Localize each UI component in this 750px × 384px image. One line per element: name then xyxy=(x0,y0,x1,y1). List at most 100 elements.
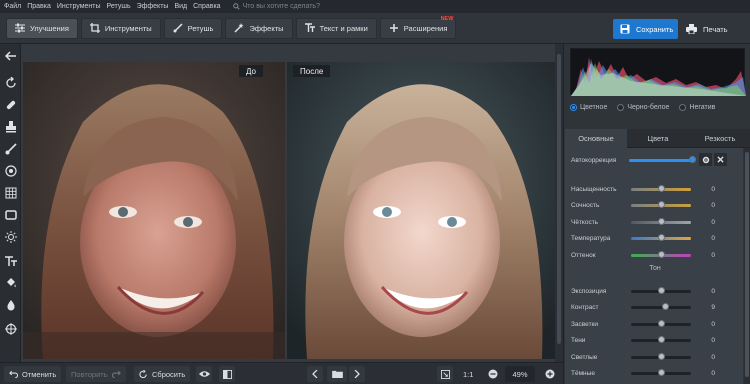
right-panel: Цветное Черно-белое Негатив Основные Цве… xyxy=(563,44,750,384)
crosshair-icon[interactable] xyxy=(4,322,17,335)
bucket-icon[interactable] xyxy=(4,276,17,289)
gear-icon[interactable] xyxy=(699,153,712,166)
fit-screen-icon[interactable] xyxy=(437,366,453,382)
slider-knob[interactable] xyxy=(657,184,665,192)
menu-item-view[interactable]: Вид xyxy=(174,3,187,10)
sun-icon[interactable] xyxy=(4,230,17,243)
search-box[interactable]: Что вы хотите сделать? xyxy=(232,3,320,10)
slider-row: Тёмные 0 xyxy=(571,368,741,380)
slider-track[interactable] xyxy=(631,184,691,192)
tab-enhancements[interactable]: Улучшения xyxy=(6,17,78,39)
print-button[interactable]: Печать xyxy=(681,19,743,39)
save-button[interactable]: Сохранить xyxy=(613,19,678,39)
slider-track[interactable] xyxy=(631,319,691,327)
slider-knob[interactable] xyxy=(657,286,665,294)
slider-knob[interactable] xyxy=(657,369,665,376)
canvas-scrollbar-thumb[interactable] xyxy=(557,54,561,344)
slider-row: Засветки 0 xyxy=(571,318,741,330)
bandage-icon[interactable] xyxy=(4,98,17,111)
menu-item-file[interactable]: Файл xyxy=(4,3,21,10)
radio-color[interactable] xyxy=(570,104,577,111)
tab-effects[interactable]: Эффекты xyxy=(225,17,293,39)
reset-button[interactable]: Сбросить xyxy=(134,366,191,382)
slider-knob[interactable] xyxy=(657,201,665,208)
redo-button[interactable]: Повторить xyxy=(66,366,126,382)
zoom-out-icon[interactable] xyxy=(485,366,501,382)
autocorrection-track[interactable] xyxy=(629,155,696,163)
stamp-icon[interactable] xyxy=(4,120,17,133)
undo-button[interactable]: Отменить xyxy=(4,366,62,382)
slider-knob[interactable] xyxy=(657,234,665,241)
mode-bw-label: Черно-белое xyxy=(627,104,670,111)
tab-sharpness[interactable]: Резкость xyxy=(689,129,750,148)
text-tool-icon[interactable] xyxy=(4,254,17,267)
menu-item-effects[interactable]: Эффекты xyxy=(137,3,169,10)
tab-effects-label: Эффекты xyxy=(249,23,284,33)
mode-color[interactable]: Цветное xyxy=(570,104,607,111)
tab-enhancements-label: Улучшения xyxy=(30,23,69,33)
slider-track[interactable] xyxy=(631,234,691,241)
brush-icon[interactable] xyxy=(4,142,17,155)
slider-track[interactable] xyxy=(631,217,691,225)
compare-icon[interactable] xyxy=(219,366,235,382)
zoom-value[interactable]: 49% xyxy=(505,366,535,382)
slider-knob[interactable] xyxy=(657,352,665,360)
slider-knob[interactable] xyxy=(657,250,665,258)
slider-track[interactable] xyxy=(631,352,691,360)
tab-retouch-label: Ретушь xyxy=(187,23,214,33)
zoom-1to1-button[interactable]: 1:1 xyxy=(458,366,478,382)
tab-retouch[interactable]: Ретушь xyxy=(163,17,223,39)
autocorrection-knob[interactable] xyxy=(689,155,696,163)
menu-item-tools[interactable]: Инструменты xyxy=(57,3,101,10)
after-photo: После xyxy=(287,62,555,359)
floppy-icon xyxy=(620,24,630,34)
slider-label: Сочность xyxy=(571,202,600,209)
eye-icon[interactable] xyxy=(196,366,212,382)
panel-scrollbar-thumb[interactable] xyxy=(745,152,749,377)
slider-row: Экспозиция 0 xyxy=(571,285,741,297)
tab-tools[interactable]: Инструменты xyxy=(80,17,161,39)
slider-track[interactable] xyxy=(631,336,691,343)
mode-negative[interactable]: Негатив xyxy=(679,104,715,111)
slider-value: 0 xyxy=(711,337,715,344)
menu-item-edit[interactable]: Правка xyxy=(27,3,51,10)
slider-value: 0 xyxy=(711,287,715,295)
folder-icon[interactable] xyxy=(327,366,347,382)
slider-track[interactable] xyxy=(631,250,691,258)
tab-basic[interactable]: Основные xyxy=(565,129,627,148)
slider-knob[interactable] xyxy=(662,303,670,310)
tab-colors[interactable]: Цвета xyxy=(627,129,689,148)
prev-arrow-icon[interactable] xyxy=(307,366,323,382)
close-icon[interactable] xyxy=(714,153,727,166)
slider-knob[interactable] xyxy=(657,319,665,327)
frame-icon[interactable] xyxy=(4,208,17,221)
tab-extensions-label: Расширения xyxy=(403,23,448,33)
grid-icon[interactable] xyxy=(4,186,17,199)
radio-bw[interactable] xyxy=(617,104,625,111)
next-arrow-icon[interactable] xyxy=(349,366,365,382)
tab-text-frames[interactable]: Текст и рамки xyxy=(295,17,377,39)
slider-knob[interactable] xyxy=(657,336,665,343)
save-button-label: Сохранить xyxy=(636,24,674,34)
target-icon[interactable] xyxy=(4,164,17,177)
back-arrow-icon[interactable] xyxy=(4,49,17,62)
drop-icon[interactable] xyxy=(4,298,17,311)
slider-track[interactable] xyxy=(631,201,691,208)
slider-knob[interactable] xyxy=(657,217,665,225)
rotate-icon[interactable] xyxy=(4,76,17,89)
menu-item-help[interactable]: Справка xyxy=(193,3,220,10)
slider-track[interactable] xyxy=(631,303,691,310)
tab-extensions[interactable]: Расширения NEW xyxy=(379,16,457,39)
radio-negative[interactable] xyxy=(679,104,687,111)
zoom-in-icon[interactable] xyxy=(542,366,558,382)
redo-label: Повторить xyxy=(71,369,108,379)
brush-icon xyxy=(173,23,183,33)
mode-bw[interactable]: Черно-белое xyxy=(617,104,669,111)
photo-canvas[interactable]: До После xyxy=(21,44,555,362)
slider-track[interactable] xyxy=(631,369,691,376)
slider-track[interactable] xyxy=(631,286,691,294)
canvas-scrollbar[interactable] xyxy=(555,44,563,362)
tone-section-heading: Тон xyxy=(649,265,661,272)
menu-item-retouch[interactable]: Ретушь xyxy=(107,3,131,10)
panel-scrollbar[interactable] xyxy=(744,148,750,384)
